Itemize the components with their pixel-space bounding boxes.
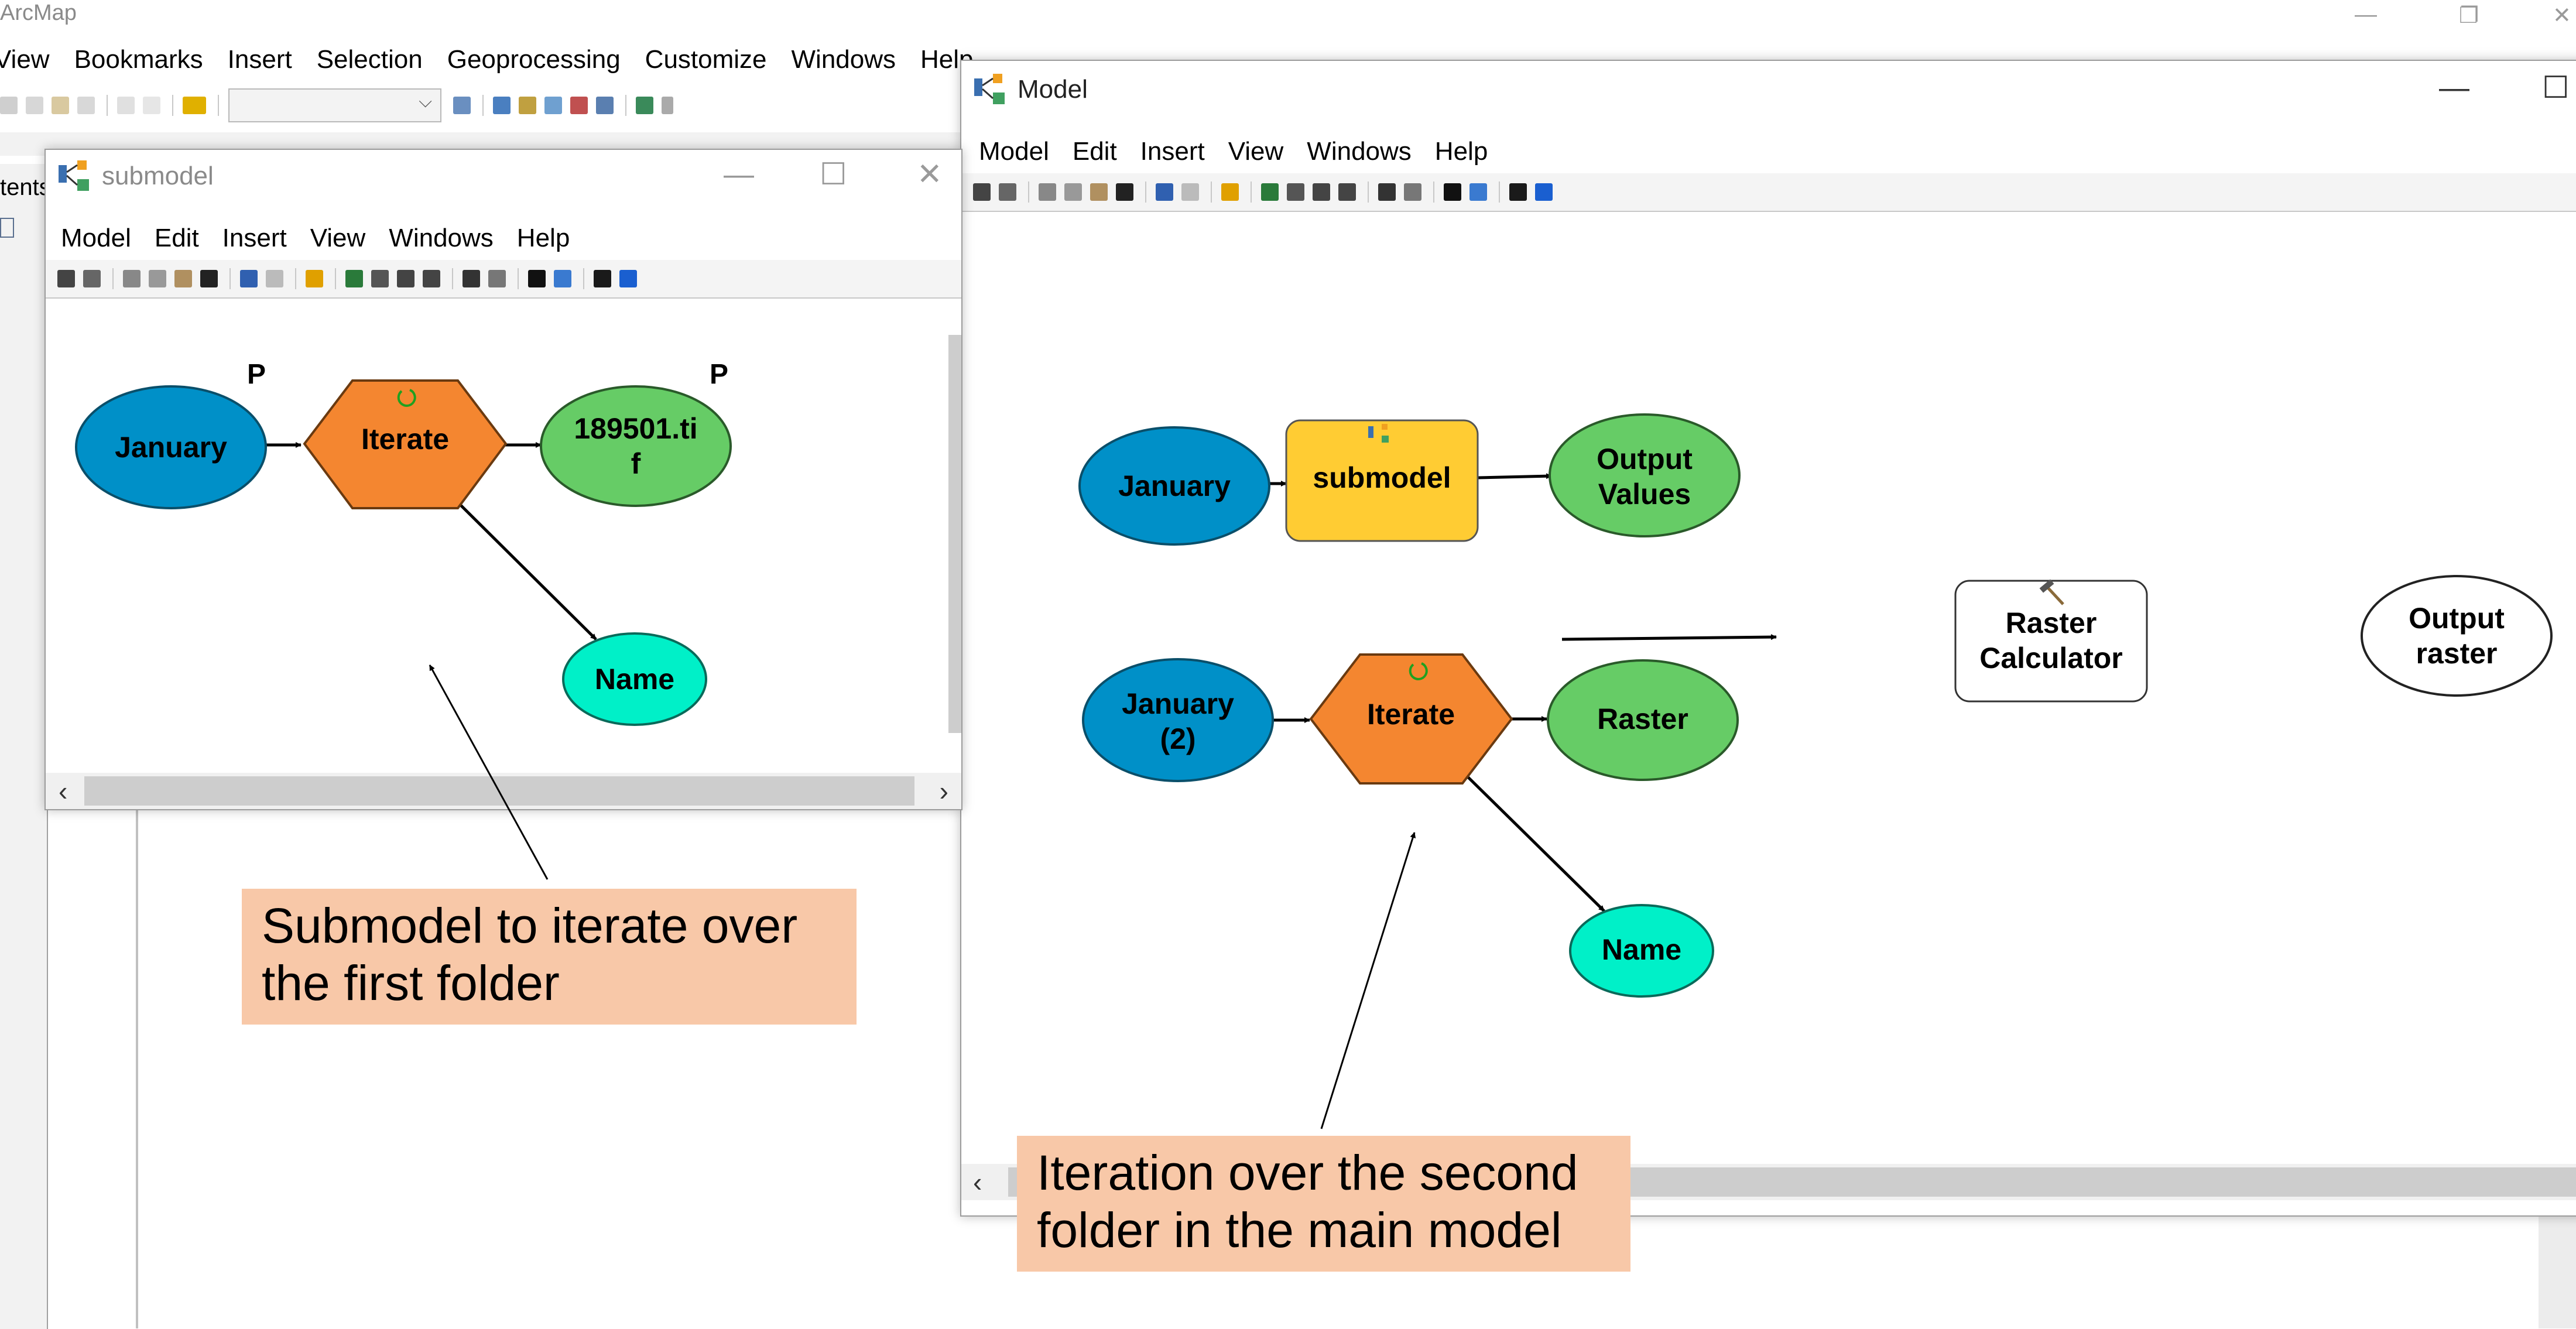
annotation-arrow-main — [1320, 832, 1416, 1129]
callout-main-line2: folder in the main model — [1037, 1203, 1562, 1258]
annotation-layer — [429, 664, 1416, 1129]
callout-submodel: Submodel to iterate over the first folde… — [242, 889, 857, 1025]
callout-main-line1: Iteration over the second — [1037, 1145, 1578, 1200]
annotation-arrow-submodel — [429, 664, 549, 880]
callout-submodel-line2: the first folder — [262, 955, 560, 1011]
callout-submodel-line1: Submodel to iterate over — [262, 898, 798, 953]
callout-main-model: Iteration over the second folder in the … — [1017, 1136, 1630, 1272]
